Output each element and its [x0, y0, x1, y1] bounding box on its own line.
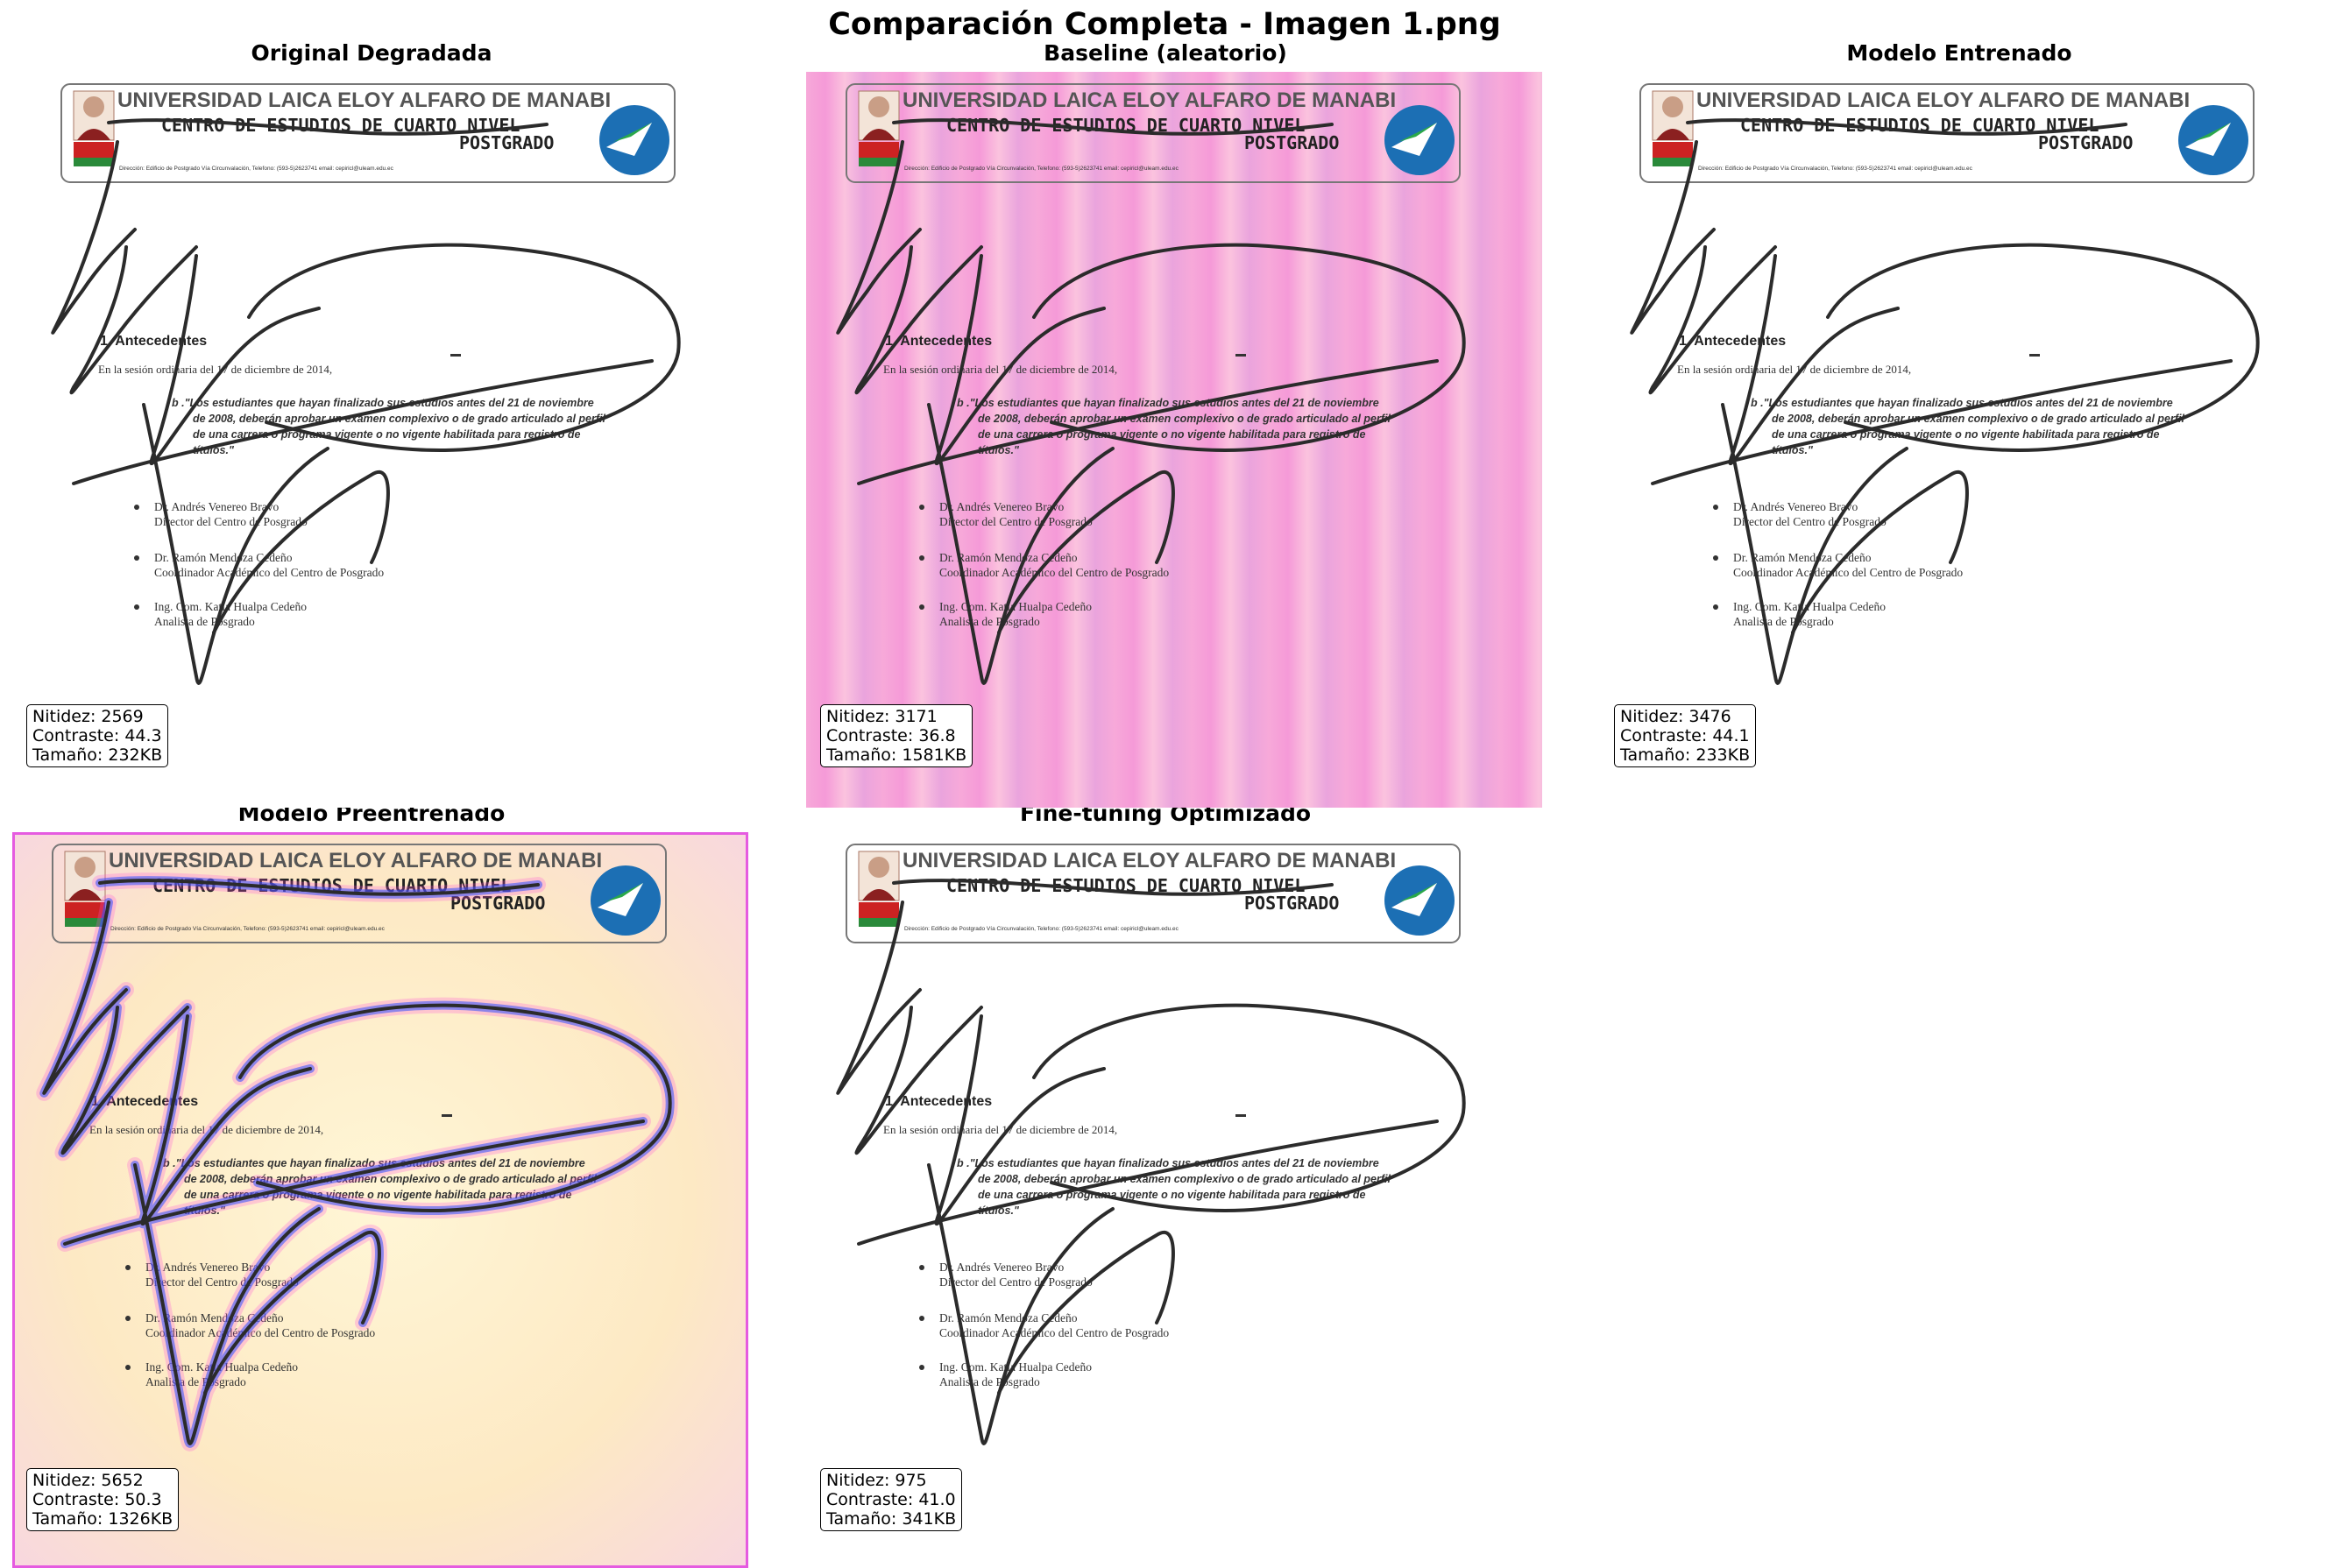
doc-person-1-role: Director del Centro de Posgrado [939, 1275, 1093, 1289]
stat-nitidez: Nitidez: 3476 [1620, 707, 1731, 726]
doc-person-1-role: Director del Centro de Posgrado [939, 515, 1093, 528]
doc-address: Dirección: Edificio de Postgrado Vía Cir… [904, 166, 1179, 172]
stats-box-finetuned: Nitidez: 975 Contraste: 41.0 Tamaño: 341… [820, 1468, 963, 1531]
doc-quote-line-2: de 2008, deberán aprobar un examen compl… [184, 1173, 598, 1185]
stat-contraste: Contraste: 41.0 [826, 1490, 956, 1509]
doc-session: En la sesión ordinaria del 17 de diciemb… [883, 1123, 1117, 1136]
portrait-icon [858, 851, 900, 927]
figure-title: Comparación Completa - Imagen 1.png [828, 7, 1501, 42]
doc-session: En la sesión ordinaria del 17 de diciemb… [98, 363, 332, 376]
doc-person-1-name: Dr. Andrés Venereo Bravo [1733, 500, 1858, 513]
stat-nitidez: Nitidez: 5652 [32, 1471, 144, 1490]
doc-postgrado: POSTGRADO [1244, 132, 1339, 153]
doc-person-2-role: Coordinador Académico del Centro de Posg… [939, 1326, 1169, 1339]
panel-finetuning-optimizado: UNIVERSIDAD LAICA ELOY ALFARO DE MANABI … [806, 832, 1542, 1568]
stat-tamano: Tamaño: 1581KB [826, 745, 967, 765]
stat-contraste: Contraste: 50.3 [32, 1490, 162, 1509]
stats-box-baseline: Nitidez: 3171 Contraste: 36.8 Tamaño: 15… [820, 704, 973, 767]
doc-address: Dirección: Edificio de Postgrado Vía Cir… [110, 926, 386, 932]
panel-title-trained: Modelo Entrenado [1846, 40, 2072, 66]
doc-address: Dirección: Edificio de Postgrado Vía Cir… [119, 166, 394, 172]
stat-nitidez: Nitidez: 2569 [32, 707, 144, 726]
doc-person-2-role: Coordinador Académico del Centro de Posg… [154, 566, 384, 579]
portrait-icon [73, 90, 115, 166]
stat-nitidez: Nitidez: 975 [826, 1471, 927, 1490]
uleam-logo-icon [591, 865, 661, 936]
doc-address: Dirección: Edificio de Postgrado Vía Cir… [904, 926, 1179, 932]
doc-person-1-name: Dr. Andrés Venereo Bravo [939, 1261, 1064, 1274]
doc-university: UNIVERSIDAD LAICA ELOY ALFARO DE MANABI [117, 88, 611, 112]
doc-university: UNIVERSIDAD LAICA ELOY ALFARO DE MANABI [1696, 88, 2190, 112]
doc-person-3-role: Analista de Posgrado [1733, 615, 1834, 628]
doc-university: UNIVERSIDAD LAICA ELOY ALFARO DE MANABI [109, 849, 602, 872]
panel-baseline-aleatorio: UNIVERSIDAD LAICA ELOY ALFARO DE MANABI … [806, 72, 1542, 808]
doc-session: En la sesión ordinaria del 17 de diciemb… [1677, 363, 1911, 376]
doc-person-1-role: Director del Centro de Posgrado [1733, 515, 1887, 528]
panel-original-degradada: UNIVERSIDAD LAICA ELOY ALFARO DE MANABI … [21, 72, 757, 808]
doc-session: En la sesión ordinaria del 17 de diciemb… [883, 363, 1117, 376]
doc-university: UNIVERSIDAD LAICA ELOY ALFARO DE MANABI [903, 88, 1396, 112]
doc-quote-line-2: de 2008, deberán aprobar un examen compl… [978, 413, 1391, 425]
stats-box-original: Nitidez: 2569 Contraste: 44.3 Tamaño: 23… [26, 704, 169, 767]
doc-person-3-role: Analista de Posgrado [145, 1375, 246, 1388]
panel-title-baseline: Baseline (aleatorio) [1044, 40, 1287, 66]
stat-tamano: Tamaño: 1326KB [32, 1509, 173, 1529]
doc-person-2-role: Coordinador Académico del Centro de Posg… [1733, 566, 1963, 579]
doc-person-1-role: Director del Centro de Posgrado [154, 515, 308, 528]
doc-person-3-role: Analista de Posgrado [154, 615, 255, 628]
panel-modelo-entrenado: UNIVERSIDAD LAICA ELOY ALFARO DE MANABI … [1600, 72, 2329, 808]
doc-person-1-role: Director del Centro de Posgrado [145, 1275, 299, 1289]
doc-quote-line-1: b ."Los estudiantes que hayan finalizado… [1751, 397, 2173, 409]
stat-contraste: Contraste: 44.1 [1620, 726, 1750, 745]
stat-contraste: Contraste: 44.3 [32, 726, 162, 745]
uleam-logo-icon [599, 105, 669, 175]
portrait-icon [858, 90, 900, 166]
doc-person-2-role: Coordinador Académico del Centro de Posg… [145, 1326, 375, 1339]
doc-postgrado: POSTGRADO [1244, 893, 1339, 914]
panel-modelo-preentrenado: UNIVERSIDAD LAICA ELOY ALFARO DE MANABI … [12, 832, 748, 1568]
stat-tamano: Tamaño: 232KB [32, 745, 163, 765]
uleam-logo-icon [2178, 105, 2248, 175]
stat-tamano: Tamaño: 341KB [826, 1509, 957, 1529]
doc-university: UNIVERSIDAD LAICA ELOY ALFARO DE MANABI [903, 849, 1396, 872]
doc-quote-line-2: de 2008, deberán aprobar un examen compl… [978, 1173, 1391, 1185]
doc-postgrado: POSTGRADO [2038, 132, 2133, 153]
uleam-logo-icon [1384, 105, 1455, 175]
doc-quote-line-1: b ."Los estudiantes que hayan finalizado… [957, 1157, 1379, 1169]
doc-person-1-name: Dr. Andrés Venereo Bravo [154, 500, 279, 513]
doc-person-3-role: Analista de Posgrado [939, 615, 1040, 628]
doc-quote-line-1: b ."Los estudiantes que hayan finalizado… [957, 397, 1379, 409]
doc-person-3-role: Analista de Posgrado [939, 1375, 1040, 1388]
doc-quote-line-2: de 2008, deberán aprobar un examen compl… [1772, 413, 2185, 425]
stats-box-trained: Nitidez: 3476 Contraste: 44.1 Tamaño: 23… [1614, 704, 1757, 767]
doc-person-2-role: Coordinador Académico del Centro de Posg… [939, 566, 1169, 579]
stats-box-pretrained: Nitidez: 5652 Contraste: 50.3 Tamaño: 13… [26, 1468, 180, 1531]
stat-contraste: Contraste: 36.8 [826, 726, 956, 745]
doc-postgrado: POSTGRADO [459, 132, 554, 153]
uleam-logo-icon [1384, 865, 1455, 936]
portrait-icon [1652, 90, 1694, 166]
doc-address: Dirección: Edificio de Postgrado Vía Cir… [1698, 166, 1973, 172]
stat-nitidez: Nitidez: 3171 [826, 707, 938, 726]
doc-person-1-name: Dr. Andrés Venereo Bravo [939, 500, 1064, 513]
doc-quote-line-2: de 2008, deberán aprobar un examen compl… [193, 413, 606, 425]
doc-quote-line-1: b ."Los estudiantes que hayan finalizado… [172, 397, 594, 409]
stat-tamano: Tamaño: 233KB [1620, 745, 1751, 765]
panel-title-original: Original Degradada [251, 40, 492, 66]
